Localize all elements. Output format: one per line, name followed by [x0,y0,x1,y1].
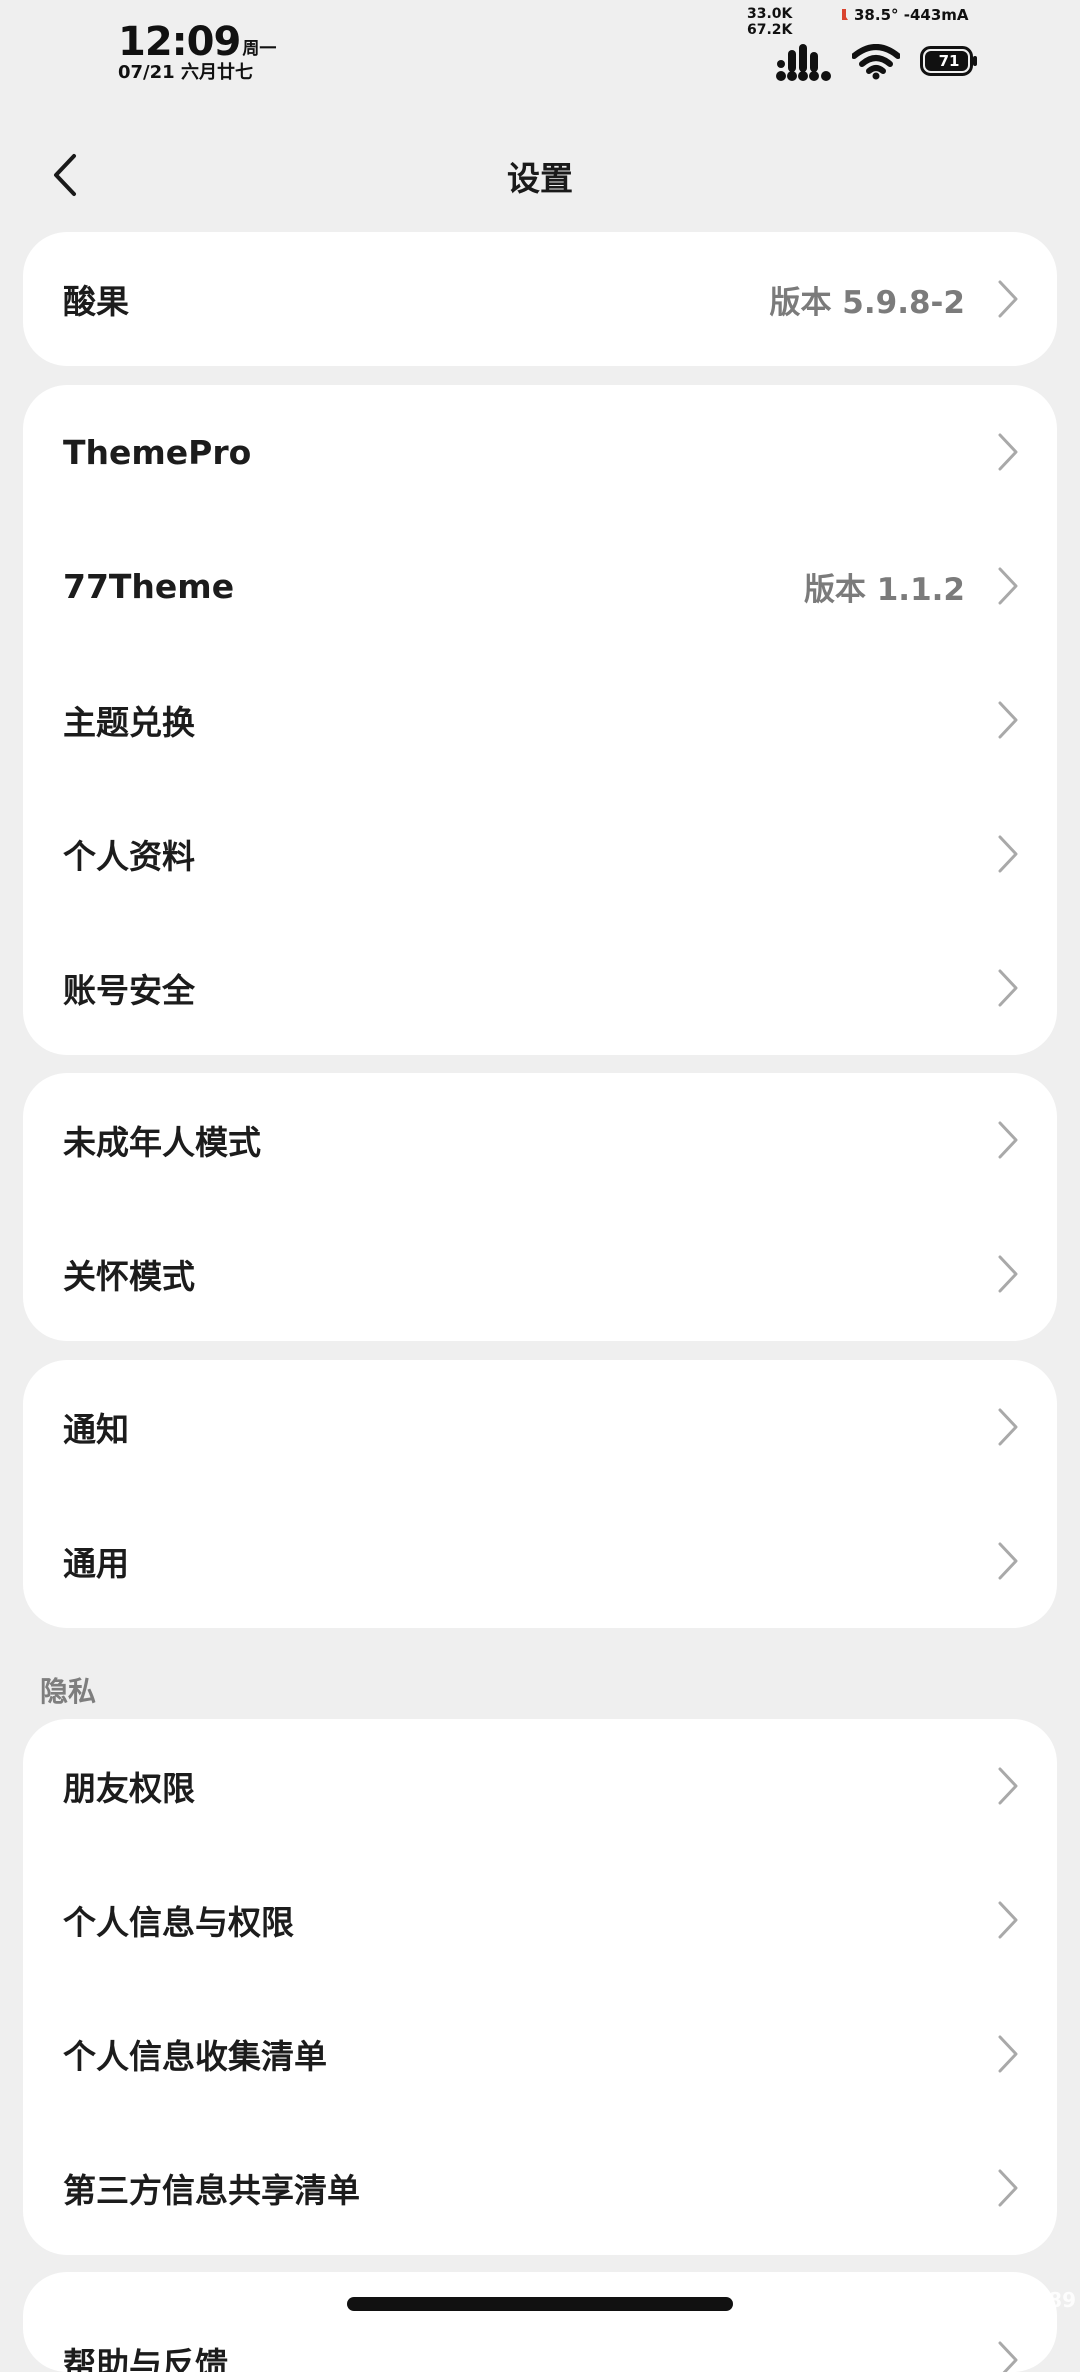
status-time: 12:09 [118,19,241,65]
battery-icon: 71 [920,46,978,76]
settings-row-friend-permissions[interactable]: 朋友权限 [23,1719,1057,1853]
settings-row-care-mode[interactable]: 关怀模式 [23,1207,1057,1341]
wifi-icon [852,44,900,80]
settings-row-suanguo[interactable]: 酸果 版本 5.9.8-2 [23,232,1057,366]
row-label: 酸果 [63,282,129,321]
row-label: 第三方信息共享清单 [63,2171,360,2210]
row-label: 帮助与反馈 [63,2345,228,2372]
settings-row-77theme[interactable]: 77Theme 版本 1.1.2 [23,519,1057,653]
mode-card: 未成年人模式 关怀模式 [23,1073,1057,1341]
row-value: 版本 5.9.8-2 [769,284,966,321]
net-down-speed: 67.2K [747,22,793,38]
settings-row-account-security[interactable]: 账号安全 [23,921,1057,1055]
row-value: 版本 1.1.2 [803,571,965,608]
settings-row-theme-redeem[interactable]: 主题兑换 [23,653,1057,787]
chevron-right-icon [998,1121,1018,1159]
net-up-speed: 33.0K [747,6,793,22]
settings-row-info-collection-list[interactable]: 个人信息收集清单 [23,1987,1057,2121]
chevron-right-icon [998,1901,1018,1939]
row-label: 主题兑换 [63,703,195,742]
battery-level: 71 [938,52,960,70]
chevron-right-icon [998,835,1018,873]
chevron-right-icon [998,1767,1018,1805]
temperature-indicator: 38.5° -443mA [840,6,969,24]
settings-row-third-party-sharing-list[interactable]: 第三方信息共享清单 [23,2121,1057,2255]
settings-row-notifications[interactable]: 通知 [23,1360,1057,1494]
settings-row-minor-mode[interactable]: 未成年人模式 [23,1073,1057,1207]
chevron-right-icon [998,1542,1018,1580]
account-card: ThemePro 77Theme 版本 1.1.2 主题兑换 个人资料 账号安全 [23,385,1057,1055]
signal-icon [776,44,831,81]
chevron-right-icon [998,1408,1018,1446]
chevron-right-icon [998,280,1018,318]
status-weekday: 周一 [242,39,277,59]
row-label: 77Theme [63,566,235,606]
row-label: 个人资料 [63,837,195,876]
settings-row-themepro[interactable]: ThemePro [23,385,1057,519]
clock-block: 12:09 周一 07/21 六月廿七 [118,22,276,82]
row-label: ThemePro [63,432,252,472]
row-label: 个人信息与权限 [63,1903,294,1942]
status-date: 07/21 六月廿七 [118,62,253,83]
privacy-card: 朋友权限 个人信息与权限 个人信息收集清单 第三方信息共享清单 [23,1719,1057,2255]
chevron-right-icon [998,2169,1018,2207]
row-label: 通用 [63,1544,129,1583]
temperature-text: 38.5° -443mA [854,6,969,24]
home-indicator[interactable] [347,2297,733,2311]
settings-row-profile[interactable]: 个人资料 [23,787,1057,921]
settings-row-personal-info-permissions[interactable]: 个人信息与权限 [23,1853,1057,1987]
page-header: 设置 [0,130,1080,220]
chevron-right-icon [998,433,1018,471]
status-bar: 12:09 周一 07/21 六月廿七 33.0K 67.2K 38.5° -4… [0,0,1080,90]
chevron-right-icon [998,701,1018,739]
page-title: 设置 [507,159,573,198]
row-label: 账号安全 [63,971,195,1010]
chevron-right-icon [998,1255,1018,1293]
section-label-privacy: 隐私 [40,1675,97,1708]
row-label: 通知 [63,1410,129,1449]
chevron-right-icon [998,2341,1018,2372]
chevron-right-icon [998,2035,1018,2073]
thermometer-icon [842,9,848,20]
chevron-right-icon [998,969,1018,1007]
app-version-card: 酸果 版本 5.9.8-2 [23,232,1057,366]
chevron-right-icon [998,567,1018,605]
row-label: 个人信息收集清单 [63,2037,327,2076]
watermark: 小红书号：1149191089 [836,2288,1076,2312]
row-label: 关怀模式 [63,1257,195,1296]
row-label: 未成年人模式 [63,1123,261,1162]
settings-row-general[interactable]: 通用 [23,1494,1057,1628]
network-speed: 33.0K 67.2K [747,6,792,38]
general-card: 通知 通用 [23,1360,1057,1628]
row-label: 朋友权限 [63,1769,195,1808]
